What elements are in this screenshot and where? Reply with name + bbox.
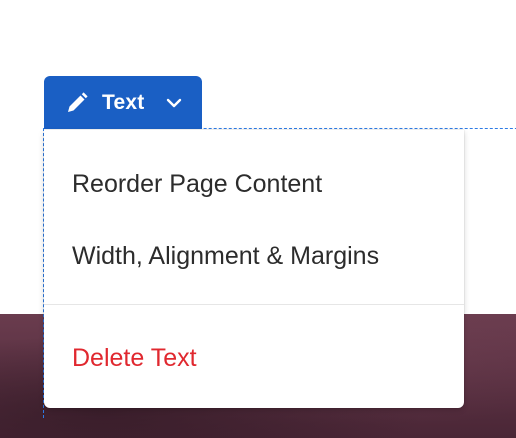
text-block-dropdown-menu: Reorder Page Content Width, Alignment & … <box>44 130 464 408</box>
text-block-menu-button[interactable]: Text <box>44 76 202 129</box>
page-canvas: Text Reorder Page Content Width, Alignme… <box>0 0 516 438</box>
text-block-menu-label: Text <box>102 90 145 114</box>
menu-item-width-alignment-margins[interactable]: Width, Alignment & Margins <box>72 242 379 271</box>
menu-item-reorder-page-content[interactable]: Reorder Page Content <box>72 170 322 199</box>
menu-item-delete-text[interactable]: Delete Text <box>72 344 197 373</box>
pencil-icon <box>64 90 90 116</box>
menu-divider <box>44 304 464 305</box>
chevron-down-icon <box>164 93 184 113</box>
